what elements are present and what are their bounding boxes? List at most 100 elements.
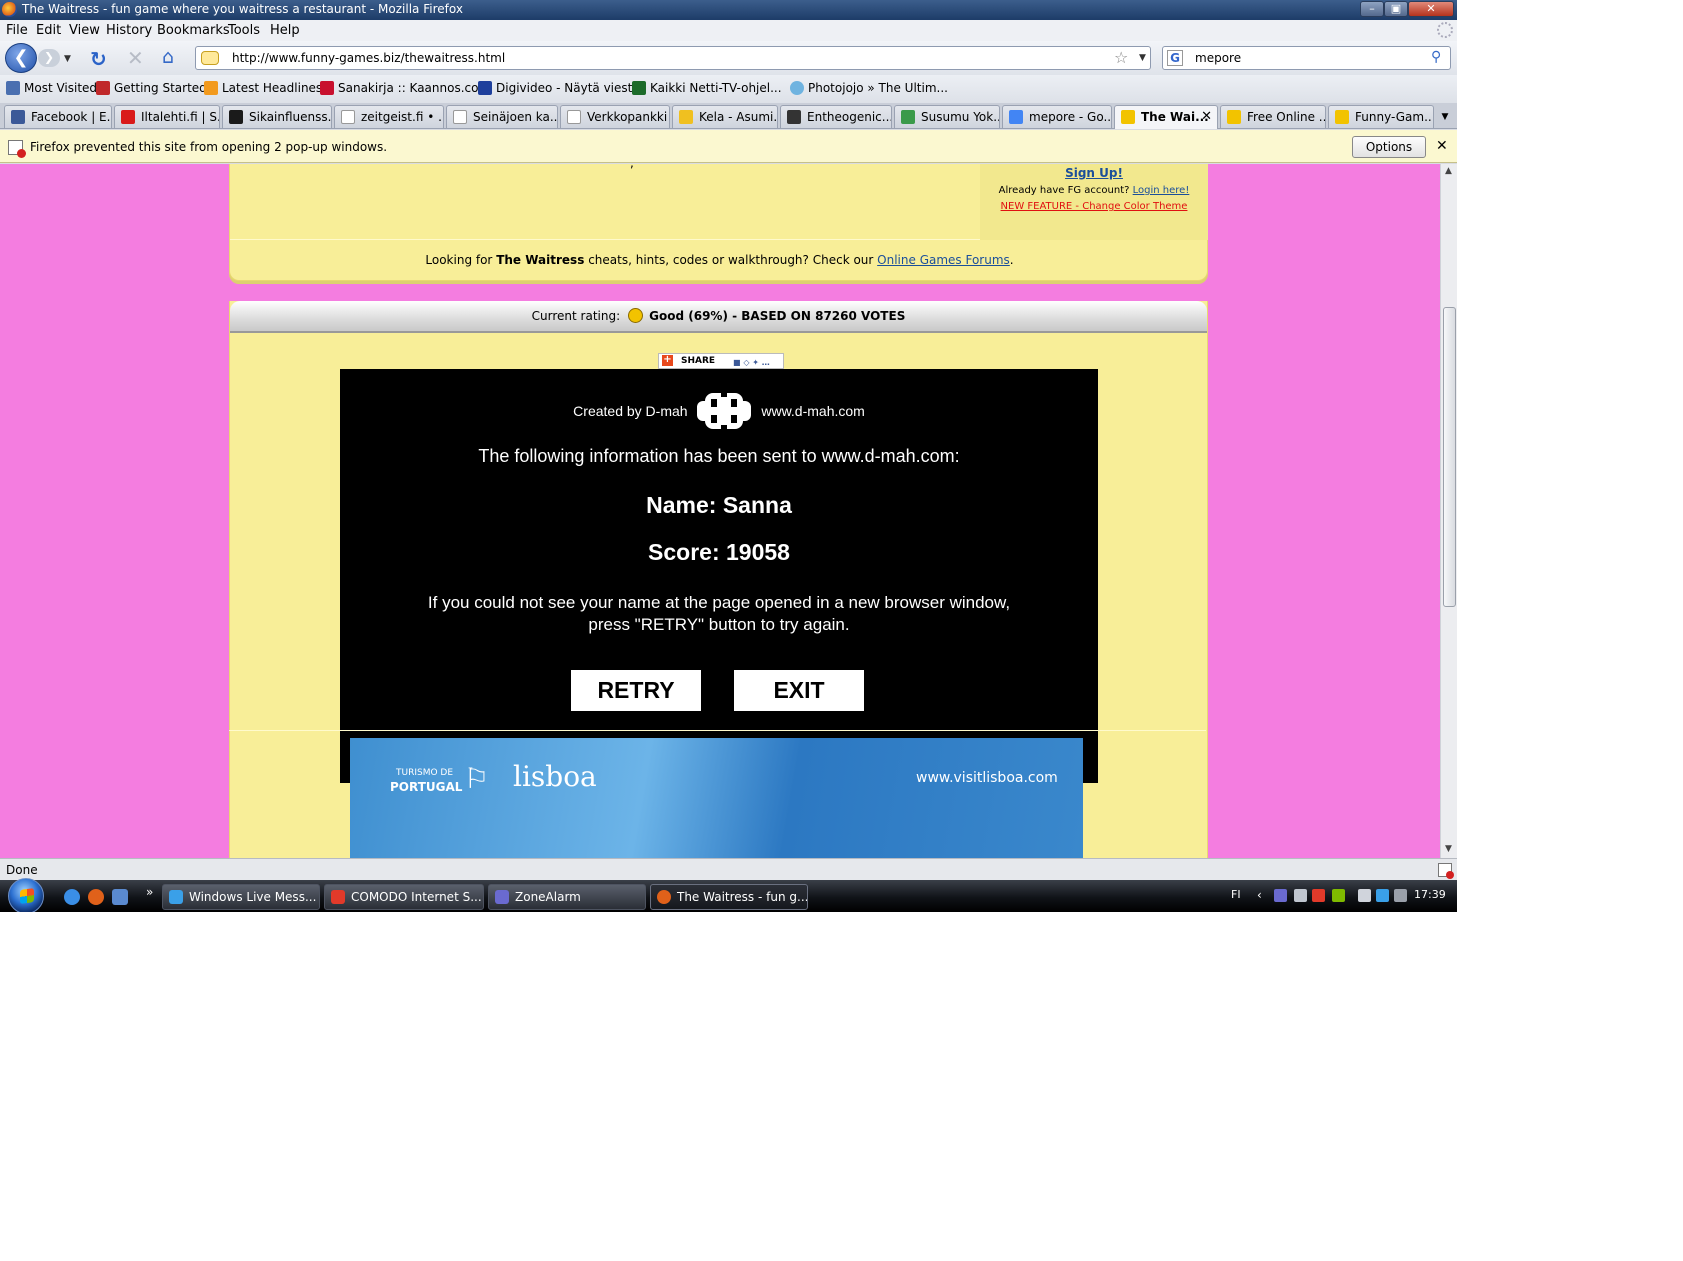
- menu-edit[interactable]: Edit: [36, 23, 61, 38]
- digivideo-icon: [478, 81, 492, 95]
- tab-iltalehti[interactable]: Iltalehti.fi | S...: [114, 105, 220, 128]
- bookmark-star-icon[interactable]: ☆: [1114, 48, 1128, 67]
- funny-games-icon: [1121, 110, 1135, 124]
- tab-mepore-google[interactable]: mepore - Go...: [1002, 105, 1112, 128]
- search-magnifier-icon[interactable]: ⚲: [1431, 49, 1441, 65]
- close-notification-icon[interactable]: ✕: [1436, 138, 1448, 154]
- tab-list-dropdown-icon[interactable]: ▼: [1436, 107, 1454, 127]
- rss-feed-icon: [204, 81, 218, 95]
- menu-bookmarks[interactable]: Bookmarks: [157, 23, 230, 38]
- search-input[interactable]: [1195, 49, 1415, 67]
- connection-tray-icon[interactable]: [1376, 889, 1389, 902]
- close-window-button[interactable]: ✕: [1408, 1, 1454, 17]
- scrollbar-thumb[interactable]: [1443, 307, 1456, 607]
- zonealarm-icon: [495, 890, 509, 904]
- scroll-up-arrow-icon[interactable]: ▲: [1445, 166, 1452, 176]
- history-dropdown-icon[interactable]: ▼: [64, 54, 71, 64]
- tab-facebook[interactable]: Facebook | E...: [4, 105, 112, 128]
- sign-up-link[interactable]: Sign Up!: [980, 166, 1208, 180]
- maximize-button[interactable]: ▣: [1384, 1, 1408, 17]
- show-desktop-icon[interactable]: [112, 889, 128, 905]
- task-windows-live-messenger[interactable]: Windows Live Mess...: [162, 884, 320, 910]
- desktop-screen: The Waitress - fun game where you waitre…: [0, 0, 1457, 912]
- clipboard-tray-icon[interactable]: [1358, 889, 1371, 902]
- bookmark-item[interactable]: Most Visited: [6, 81, 97, 95]
- rating-label: Current rating:: [531, 309, 621, 323]
- share-services-icon: ■ ◇ ✦ …: [733, 358, 770, 367]
- firefox-quicklaunch-icon[interactable]: [88, 889, 104, 905]
- menu-history[interactable]: History: [106, 23, 152, 38]
- site-favicon-icon[interactable]: [201, 51, 219, 65]
- task-comodo[interactable]: COMODO Internet S...: [324, 884, 484, 910]
- player-name: Name: Sanna: [646, 492, 792, 518]
- forward-button[interactable]: ❯: [38, 49, 60, 67]
- share-button[interactable]: SHARE ■ ◇ ✦ …: [658, 353, 784, 369]
- bookmark-item[interactable]: Latest Headlines: [204, 81, 322, 95]
- tab-funny-games[interactable]: Funny-Gam...: [1328, 105, 1434, 128]
- notification-text: Firefox prevented this site from opening…: [30, 140, 388, 154]
- menu-tools[interactable]: Tools: [228, 23, 260, 38]
- tab-entheogenic[interactable]: Entheogenic...: [780, 105, 892, 128]
- tab-verkkopankki[interactable]: Verkkopankki: [560, 105, 670, 128]
- online-games-forums-link[interactable]: Online Games Forums: [877, 253, 1010, 267]
- internet-explorer-icon[interactable]: [64, 889, 80, 905]
- tab-free-online[interactable]: Free Online ...: [1220, 105, 1326, 128]
- start-button[interactable]: [8, 878, 44, 912]
- google-search-engine-icon[interactable]: G: [1167, 50, 1183, 66]
- show-hidden-icons-icon[interactable]: ‹: [1257, 888, 1262, 902]
- zonealarm-tray-icon[interactable]: [1274, 889, 1287, 902]
- bookmark-item[interactable]: Digivideo - Näytä viest...: [478, 81, 644, 95]
- options-button[interactable]: Options: [1352, 136, 1426, 158]
- task-zonealarm[interactable]: ZoneAlarm: [488, 884, 646, 910]
- account-box: Sign Up! Already have FG account? Login …: [980, 164, 1208, 240]
- retry-button[interactable]: RETRY: [571, 670, 701, 711]
- volume-tray-icon[interactable]: [1394, 889, 1407, 902]
- created-by-text: Created by D-mah: [573, 403, 688, 419]
- quicklaunch-more-icon[interactable]: »: [146, 885, 153, 899]
- d-mah-site-text: www.d-mah.com: [761, 403, 865, 419]
- menu-help[interactable]: Help: [270, 23, 300, 38]
- smiley-icon: [628, 308, 644, 323]
- green-tray-icon[interactable]: [1332, 889, 1345, 902]
- bookmark-item[interactable]: Getting Started: [96, 81, 207, 95]
- exit-button[interactable]: EXIT: [734, 670, 864, 711]
- minimize-button[interactable]: –: [1360, 1, 1384, 17]
- vertical-scrollbar[interactable]: ▲ ▼: [1440, 164, 1457, 858]
- tab-susumu[interactable]: Susumu Yok...: [894, 105, 1000, 128]
- tab-seinajoen[interactable]: Seinäjoen ka...: [446, 105, 558, 128]
- funny-games-icon: [1335, 110, 1349, 124]
- stop-icon[interactable]: ✕: [127, 46, 144, 70]
- menu-file[interactable]: File: [6, 23, 28, 38]
- game-canvas[interactable]: Created by D-mah www.d-mah.com The follo…: [340, 369, 1098, 783]
- menu-view[interactable]: View: [69, 23, 100, 38]
- popup-blocked-status-icon[interactable]: [1438, 863, 1454, 879]
- change-color-theme-link[interactable]: NEW FEATURE - Change Color Theme: [980, 201, 1208, 212]
- scroll-down-arrow-icon[interactable]: ▼: [1445, 844, 1452, 854]
- login-link[interactable]: Login here!: [1133, 185, 1190, 196]
- tab-yle[interactable]: Sikainfluenss...: [222, 105, 332, 128]
- tab-the-waitress[interactable]: The Wai... ✕: [1114, 105, 1218, 129]
- url-dropdown-icon[interactable]: ▼: [1139, 53, 1146, 63]
- task-firefox-waitress[interactable]: The Waitress - fun g...: [650, 884, 808, 910]
- messenger-icon: [169, 890, 183, 904]
- home-icon[interactable]: ⌂: [162, 46, 174, 68]
- clock[interactable]: 17:39: [1414, 888, 1446, 901]
- comodo-tray-icon[interactable]: [1312, 889, 1325, 902]
- bookmark-item[interactable]: Photojojo » The Ultim...: [790, 81, 948, 95]
- tab-zeitgeist[interactable]: zeitgeist.fi • ...: [334, 105, 444, 128]
- iltalehti-icon: [121, 110, 135, 124]
- bookmark-folder-icon: [6, 81, 20, 95]
- status-bar: Done: [0, 858, 1457, 880]
- photojojo-icon: [790, 81, 804, 95]
- reload-icon[interactable]: ↻: [90, 47, 107, 71]
- tab-kela[interactable]: Kela - Asumi...: [672, 105, 778, 128]
- language-indicator[interactable]: FI: [1231, 888, 1241, 901]
- game-description-area: ,: [230, 164, 980, 240]
- bookmark-item[interactable]: Sanakirja :: Kaannos.co...: [320, 81, 490, 95]
- url-input[interactable]: [232, 49, 1052, 67]
- network-tray-icon[interactable]: [1294, 889, 1307, 902]
- close-tab-icon[interactable]: ✕: [1201, 109, 1212, 124]
- back-button[interactable]: ❮: [5, 43, 37, 73]
- bookmark-item[interactable]: Kaikki Netti-TV-ohjel...: [632, 81, 782, 95]
- firefox-task-icon: [657, 890, 671, 904]
